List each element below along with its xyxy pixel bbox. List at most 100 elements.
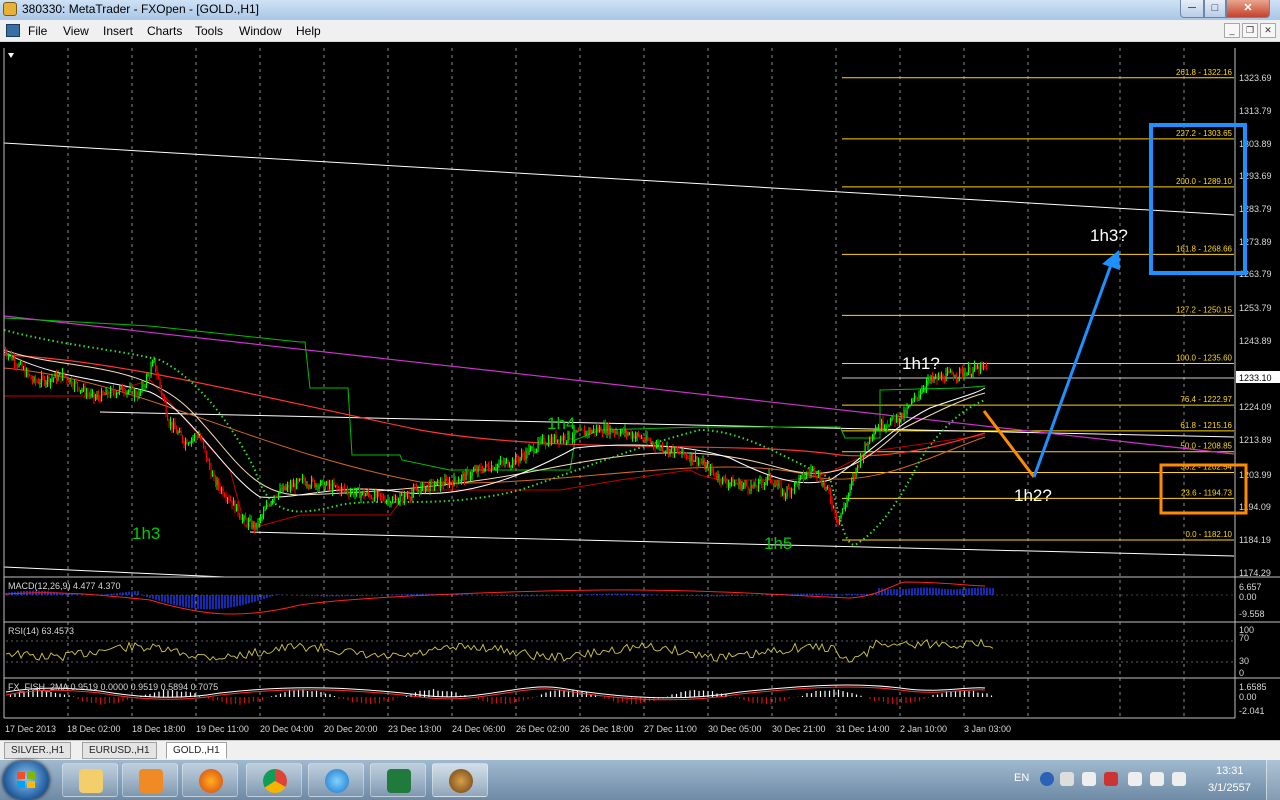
maximize-button[interactable]: □	[1204, 0, 1226, 18]
bearish-candle	[623, 429, 625, 434]
help-icon[interactable]	[1040, 772, 1054, 786]
taskbar-internet-explorer[interactable]	[308, 763, 364, 797]
bullish-candle	[285, 487, 287, 490]
bearish-candle	[131, 387, 133, 389]
bullish-candle	[360, 493, 362, 498]
keyboard-icon[interactable]	[1060, 772, 1074, 786]
tab-gold[interactable]: GOLD.,H1	[166, 742, 227, 759]
bearish-candle	[819, 473, 821, 482]
close-button[interactable]: ✕	[1226, 0, 1270, 18]
tab-silver[interactable]: SILVER.,H1	[4, 742, 72, 759]
bearish-candle	[201, 439, 203, 442]
bearish-candle	[71, 378, 73, 385]
bullish-candle	[671, 447, 673, 450]
bearish-candle	[659, 443, 661, 449]
bullish-candle	[81, 389, 83, 391]
bearish-candle	[369, 494, 371, 499]
tab-eurusd[interactable]: EURUSD.,H1	[82, 742, 157, 759]
bullish-candle	[354, 492, 356, 496]
chart-close-button[interactable]: ✕	[1260, 23, 1276, 38]
taskbar-media-player[interactable]	[122, 763, 178, 797]
bearish-candle	[516, 455, 518, 460]
bullish-candle	[869, 436, 871, 445]
bullish-candle	[429, 481, 431, 492]
bearish-candle	[915, 396, 917, 398]
bullish-candle	[977, 366, 979, 369]
bullish-candle	[857, 465, 859, 468]
bullish-candle	[530, 447, 532, 449]
bullish-candle	[227, 498, 229, 500]
volume-icon[interactable]	[1172, 772, 1186, 786]
bullish-candle	[920, 393, 922, 396]
chart-minimize-button[interactable]: _	[1224, 23, 1240, 38]
clock-date[interactable]: 3/1/2557	[1208, 782, 1251, 794]
price-chart[interactable]: 261.8 - 1322.16 227.2 - 1303.65 200.0 - 12…	[0, 42, 1280, 740]
bearish-candle	[675, 447, 677, 451]
show-desktop-button[interactable]	[1266, 760, 1280, 800]
minimize-button[interactable]: ─	[1180, 0, 1204, 18]
taskbar-excel[interactable]	[370, 763, 426, 797]
bullish-candle	[365, 494, 367, 497]
bearish-candle	[692, 454, 694, 462]
menu-view[interactable]: View	[63, 24, 89, 38]
bullish-candle	[798, 478, 800, 486]
bullish-candle	[839, 517, 841, 524]
taskbar-file-explorer[interactable]	[62, 763, 118, 797]
bearish-candle	[687, 457, 689, 459]
bullish-candle	[120, 385, 122, 388]
bearish-candle	[828, 486, 830, 492]
bearish-candle	[56, 373, 58, 381]
price-tick: 1194.09	[1239, 502, 1271, 512]
device-icon[interactable]	[1128, 772, 1142, 786]
menu-tools[interactable]: Tools	[195, 24, 223, 38]
bullish-candle	[386, 500, 388, 503]
action-center-icon[interactable]	[1104, 772, 1118, 786]
bullish-candle	[387, 499, 389, 501]
bullish-candle	[53, 377, 55, 379]
bullish-candle	[800, 475, 802, 479]
metatrader-app-icon[interactable]	[3, 2, 17, 16]
bullish-candle	[744, 482, 746, 485]
bullish-candle	[908, 405, 910, 408]
bearish-candle	[452, 482, 454, 487]
language-indicator[interactable]: EN	[1014, 772, 1029, 784]
bullish-candle	[329, 483, 331, 487]
chart-window-icon[interactable]	[6, 24, 20, 37]
fib-level-label: 76.4 - 1222.97	[1180, 395, 1232, 404]
bullish-candle	[401, 493, 403, 496]
bearish-candle	[29, 374, 31, 376]
bearish-candle	[441, 481, 443, 486]
bullish-candle	[411, 493, 413, 499]
bearish-candle	[246, 519, 248, 526]
wave-label-1h4: 1h4	[547, 414, 575, 433]
bearish-candle	[155, 358, 157, 371]
bullish-candle	[95, 397, 97, 400]
wave-label-1h3: 1h3	[132, 524, 160, 543]
bearish-candle	[443, 485, 445, 487]
bullish-candle	[710, 466, 712, 474]
bullish-candle	[506, 460, 508, 462]
taskbar-firefox[interactable]	[182, 763, 238, 797]
rsi-axis-tick: 70	[1239, 633, 1249, 643]
menu-help[interactable]: Help	[296, 24, 321, 38]
bearish-candle	[584, 429, 586, 436]
clock-time[interactable]: 13:31	[1216, 765, 1244, 777]
chart-restore-button[interactable]: ❐	[1242, 23, 1258, 38]
bullish-candle	[377, 492, 379, 498]
bullish-candle	[554, 434, 556, 442]
menu-window[interactable]: Window	[239, 24, 282, 38]
bearish-candle	[180, 430, 182, 436]
menu-charts[interactable]: Charts	[147, 24, 182, 38]
metatrader-icon	[449, 769, 473, 793]
taskbar-chrome[interactable]	[246, 763, 302, 797]
menu-insert[interactable]: Insert	[103, 24, 133, 38]
bullish-candle	[335, 485, 337, 487]
bullish-candle	[579, 428, 581, 432]
fib-level-label: 227.2 - 1303.65	[1176, 129, 1233, 138]
show-hidden-icons-icon[interactable]	[1082, 772, 1096, 786]
bearish-candle	[63, 372, 65, 376]
taskbar-metatrader[interactable]	[432, 763, 488, 797]
network-icon[interactable]	[1150, 772, 1164, 786]
menu-file[interactable]: File	[28, 24, 47, 38]
start-button[interactable]	[3, 761, 49, 799]
